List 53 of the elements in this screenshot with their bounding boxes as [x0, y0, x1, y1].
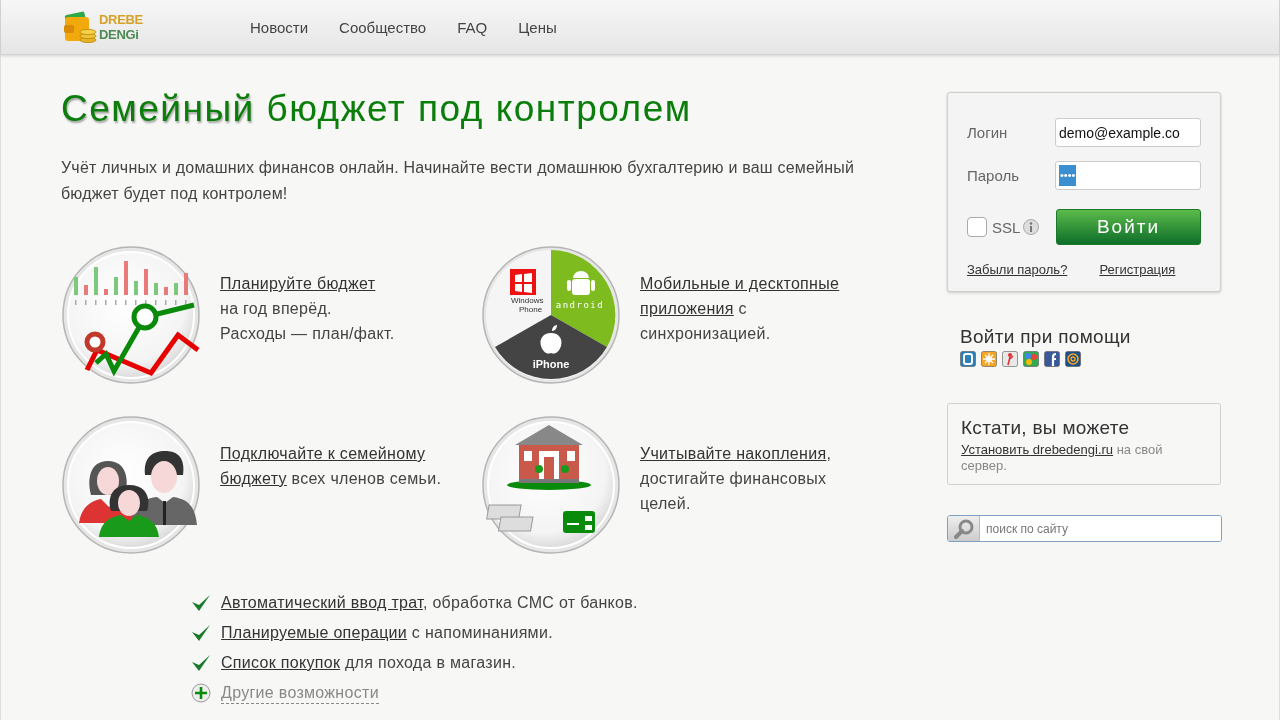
login-button[interactable]: Войти — [1056, 209, 1201, 245]
feature-note: Список покупок для похода в магазин. — [221, 654, 517, 672]
social-login-icon[interactable] — [1065, 351, 1081, 367]
nav-link[interactable]: FAQ — [457, 18, 488, 36]
social-login-icon[interactable] — [981, 351, 997, 367]
feature-text: Мобильные и десктопные приложения с синхронизацией. — [640, 274, 840, 344]
search-icon[interactable] — [948, 516, 980, 541]
people-icon — [61, 415, 201, 555]
password-label: Пароль — [967, 167, 1021, 184]
text-link[interactable]: приложения — [640, 300, 734, 317]
tip-title: Кстати, вы можете — [961, 416, 1131, 440]
ssl-checkbox[interactable] — [967, 217, 987, 237]
search-field[interactable]: поиск по сайту — [947, 515, 1222, 542]
wallet-coins-icon — [63, 9, 97, 45]
feature-note: Планируемые операции с напоминаниями. — [221, 624, 553, 642]
nav-link[interactable]: Новости — [250, 18, 309, 36]
text-link[interactable]: бюджету — [220, 470, 287, 487]
feature-text: Планируйте бюджет на год вперёд. Расходы — план/факт. — [220, 274, 395, 344]
forgot-password-link[interactable]: Забыли пароль? — [967, 262, 1068, 277]
line-chart-icon — [61, 245, 201, 385]
social-login-icon[interactable] — [1002, 351, 1018, 367]
register-link[interactable]: Регистрация — [1099, 262, 1176, 277]
check-icon — [191, 624, 211, 642]
logo-caption: iPhone — [532, 358, 570, 370]
ssl-label: SSL — [992, 218, 1021, 236]
text-link[interactable]: Учитывайте накопления — [640, 445, 827, 462]
feature-note: Автоматический ввод трат, обработка СМС от банков. — [221, 594, 638, 612]
text-link[interactable]: Подключайте к семейному — [220, 445, 426, 462]
feature-text: Подключайте к семейному бюджету всех членов семьи. — [220, 444, 442, 489]
house-money-icon — [481, 415, 621, 555]
login-field[interactable]: demo@example.co — [1055, 118, 1201, 147]
text-link[interactable]: Автоматический ввод трат — [221, 594, 423, 611]
text-link[interactable]: Планируйте бюджет — [220, 275, 376, 292]
login-label: Логин — [967, 124, 1009, 141]
social-login-title: Войти при помощи — [960, 325, 1132, 349]
install-link[interactable]: Установить drebedengi.ru — [961, 442, 1114, 457]
text-link[interactable]: Планируемые операции — [221, 624, 408, 641]
nav-link[interactable]: Сообщество — [339, 18, 427, 36]
logo-caption: android — [555, 300, 605, 310]
nav-link[interactable]: Цены — [518, 18, 557, 36]
text-link[interactable]: Мобильные и десктопные — [640, 275, 840, 292]
intro-text: Учёт личных и домашних финансов онлайн. Начинайте вести домашнюю бухгалтерию и ваш семейный бюджет будет под контролем! — [61, 158, 856, 204]
feature-text: Учитывайте накопления, достигайте финансовых целей. — [640, 444, 832, 514]
plus-icon — [191, 683, 211, 703]
info-icon — [1023, 219, 1040, 235]
tip-text: Установить drebedengi.ru на свой сервер. — [961, 442, 1164, 474]
logo-caption: Windows Phone — [511, 296, 544, 314]
social-login-icon[interactable] — [960, 351, 976, 367]
headline: Семейный бюджет под контролем — [61, 87, 693, 131]
text-link[interactable]: Список покупок — [221, 654, 341, 671]
check-icon — [191, 654, 211, 672]
social-login-icon[interactable] — [1044, 351, 1060, 367]
check-icon — [191, 594, 211, 612]
